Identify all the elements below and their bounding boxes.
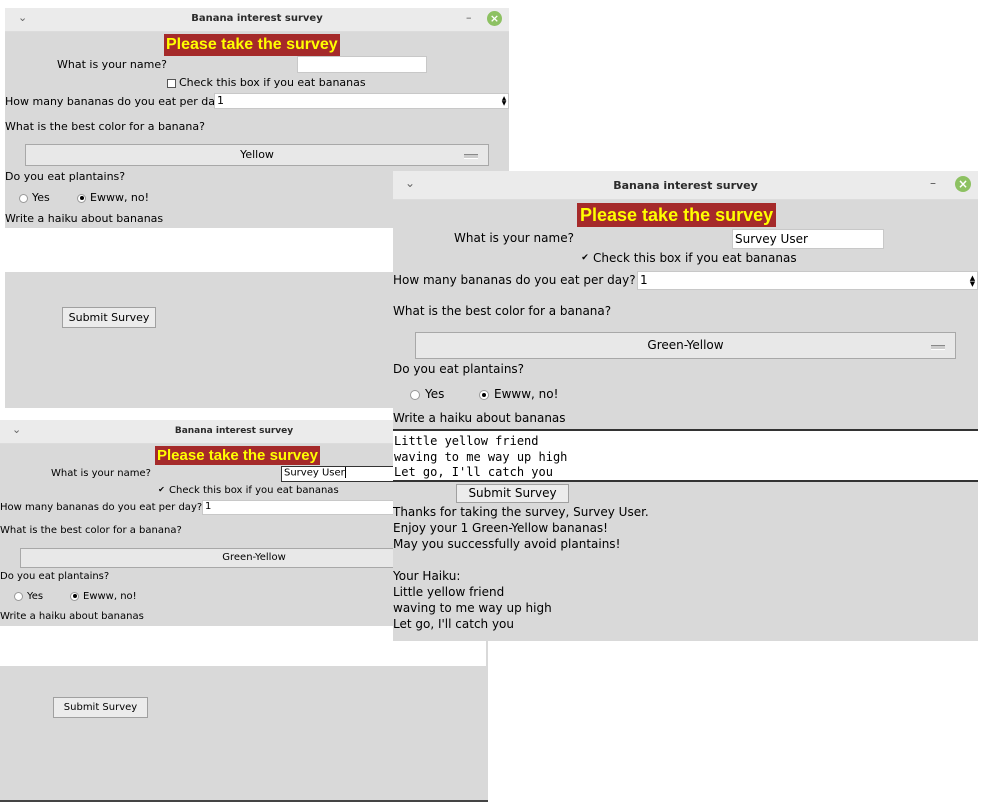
plantain-yes-label: Yes	[27, 591, 44, 602]
survey-banner: Please take the survey	[155, 446, 320, 465]
text-cursor	[344, 467, 346, 478]
best-color-value: Green-Yellow	[222, 552, 286, 563]
haiku-label: Write a haiku about bananas	[393, 411, 566, 425]
radio-off-icon[interactable]	[410, 389, 420, 400]
best-color-value: Green-Yellow	[647, 338, 724, 352]
plantain-no-label: Ewww, no!	[90, 191, 150, 204]
eat-bananas-checkbox[interactable]: ✔ Check this box if you eat bananas	[580, 251, 797, 265]
plantain-no-label: Ewww, no!	[83, 591, 137, 602]
checkbox-checked-icon[interactable]: ✔	[580, 253, 590, 264]
plantains-label: Do you eat plantains?	[0, 571, 110, 582]
radio-on-icon[interactable]	[479, 389, 489, 400]
best-color-option-menu[interactable]: Yellow	[25, 144, 489, 166]
name-input[interactable]	[297, 56, 427, 73]
radio-off-icon[interactable]	[19, 193, 28, 203]
plantain-yes-label: Yes	[32, 191, 50, 204]
plantain-no-radio[interactable]: Ewww, no!	[77, 191, 149, 204]
plantains-label: Do you eat plantains?	[5, 170, 126, 183]
eat-bananas-label: Check this box if you eat bananas	[179, 76, 366, 89]
title-bar[interactable]: ⌄ Banana interest survey – ×	[5, 8, 509, 32]
name-label: What is your name?	[454, 231, 574, 245]
radio-on-icon[interactable]	[77, 193, 86, 203]
spinbox-arrows-icon[interactable]: ▲ ▼	[500, 94, 508, 108]
survey-banner: Please take the survey	[577, 203, 777, 227]
plantains-label: Do you eat plantains?	[393, 362, 525, 376]
best-color-option-menu[interactable]: Green-Yellow	[415, 332, 956, 359]
bananas-per-day-spinbox[interactable]: 1 ▲ ▼	[214, 93, 509, 109]
radio-off-icon[interactable]	[14, 591, 23, 601]
submit-survey-button[interactable]: Submit Survey	[53, 697, 148, 718]
name-label: What is your name?	[51, 468, 151, 479]
window-title: Banana interest survey	[613, 179, 758, 192]
bananas-per-day-label: How many bananas do you eat per day?	[393, 273, 636, 287]
spinbox-arrows-icon[interactable]: ▲ ▼	[968, 272, 977, 289]
best-color-value: Yellow	[240, 148, 274, 161]
minimize-button[interactable]: –	[466, 11, 472, 24]
eat-bananas-checkbox[interactable]: ✔ Check this box if you eat bananas	[157, 485, 339, 496]
name-input[interactable]: Survey User	[281, 466, 411, 482]
bananas-per-day-label: How many bananas do you eat per day?	[0, 502, 203, 513]
option-menu-indicator-icon	[931, 344, 945, 350]
spinbox-value[interactable]: 1	[640, 273, 648, 287]
eat-bananas-label: Check this box if you eat bananas	[169, 485, 339, 496]
submit-survey-button[interactable]: Submit Survey	[62, 307, 156, 328]
best-color-label: What is the best color for a banana?	[5, 120, 205, 133]
name-input-value[interactable]: Survey User	[284, 468, 345, 479]
checkbox-box[interactable]	[167, 78, 176, 88]
bananas-per-day-label: How many bananas do you eat per day?	[5, 95, 228, 108]
close-button[interactable]: ×	[487, 11, 502, 26]
plantain-no-radio[interactable]: Ewww, no!	[70, 591, 137, 602]
best-color-label: What is the best color for a banana?	[393, 304, 612, 318]
eat-bananas-checkbox[interactable]: Check this box if you eat bananas	[167, 76, 366, 89]
plantain-yes-radio[interactable]: Yes	[410, 387, 444, 401]
close-button[interactable]: ×	[955, 176, 971, 192]
submit-survey-button[interactable]: Submit Survey	[456, 484, 569, 503]
spinbox-value[interactable]: 1	[217, 94, 224, 107]
spinbox-value[interactable]: 1	[205, 501, 211, 512]
best-color-label: What is the best color for a banana?	[0, 525, 182, 536]
plantain-yes-radio[interactable]: Yes	[14, 591, 43, 602]
eat-bananas-label: Check this box if you eat bananas	[593, 251, 797, 265]
survey-window-submitted: ⌄ Banana interest survey – × Please take…	[393, 171, 978, 641]
radio-on-icon[interactable]	[70, 591, 79, 601]
plantain-no-radio[interactable]: Ewww, no!	[479, 387, 558, 401]
checkbox-checked-icon[interactable]: ✔	[157, 485, 166, 495]
bananas-per-day-spinbox[interactable]: 1 ▲ ▼	[637, 271, 978, 290]
plantain-yes-label: Yes	[425, 387, 445, 401]
window-title: Banana interest survey	[191, 13, 323, 24]
results-text: Thanks for taking the survey, Survey Use…	[393, 505, 649, 631]
haiku-textarea[interactable]: Little yellow friend waving to me way up…	[393, 429, 978, 482]
plantain-yes-radio[interactable]: Yes	[19, 191, 50, 204]
haiku-label: Write a haiku about bananas	[0, 611, 144, 622]
haiku-label: Write a haiku about bananas	[5, 212, 164, 225]
title-bar[interactable]: ⌄ Banana interest survey – ×	[393, 171, 978, 200]
minimize-button[interactable]: –	[930, 176, 936, 190]
plantain-no-label: Ewww, no!	[494, 387, 559, 401]
option-menu-indicator-icon	[464, 154, 478, 159]
survey-banner: Please take the survey	[164, 34, 340, 56]
name-input[interactable]: Survey User	[732, 229, 884, 249]
name-label: What is your name?	[57, 58, 167, 71]
